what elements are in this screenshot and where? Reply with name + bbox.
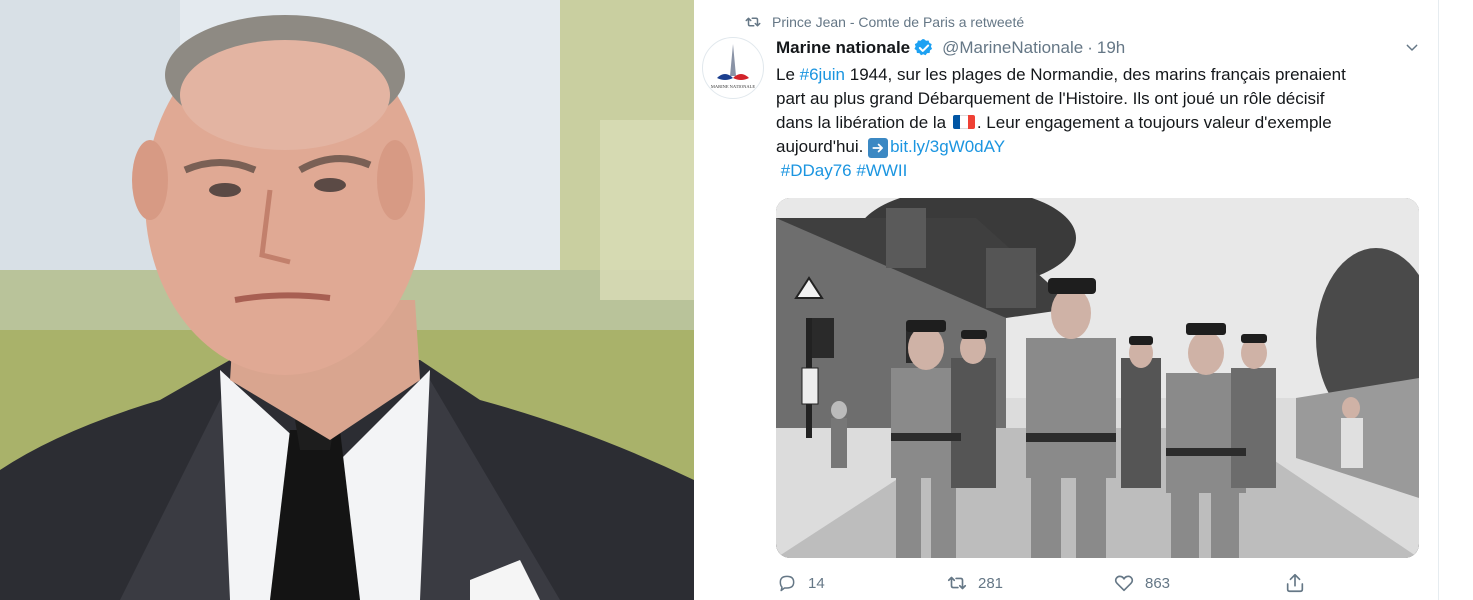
- text-segment: aujourd'hui.: [776, 137, 869, 156]
- right-arrow-icon: [868, 138, 889, 158]
- retweet-icon: [946, 572, 968, 594]
- retweet-context[interactable]: Prince Jean - Comte de Paris a retweeté: [744, 13, 1024, 31]
- user-handle[interactable]: @MarineNationale: [942, 38, 1083, 58]
- tweet-line-5: #DDay76 #WWII: [776, 159, 1406, 183]
- retweet-icon: [744, 13, 762, 31]
- france-flag-icon: [952, 115, 975, 129]
- reply-icon: [776, 572, 798, 594]
- display-name[interactable]: Marine nationale: [776, 38, 910, 58]
- tweet-card[interactable]: Prince Jean - Comte de Paris a retweeté …: [694, 0, 1473, 600]
- tweet-line-1: Le #6juin 1944, sur les plages de Norman…: [776, 63, 1406, 87]
- tweet-line-4: aujourd'hui. bit.ly/3gW0dAY: [776, 135, 1406, 159]
- hashtag-wwii[interactable]: #WWII: [856, 161, 907, 180]
- retweet-label: Prince Jean - Comte de Paris a retweeté: [772, 14, 1025, 30]
- retweet-action[interactable]: 281: [946, 572, 1003, 594]
- verified-badge-icon: [914, 38, 934, 58]
- portrait-photo: [0, 0, 694, 600]
- hashtag-dday76[interactable]: #DDay76: [781, 161, 852, 180]
- text-segment: 1944, sur les plages de Normandie, des m…: [845, 65, 1346, 84]
- tweet-line-2: part au plus grand Débarquement de l'His…: [776, 89, 1325, 108]
- tweet-actions: 14 281 863: [776, 572, 1416, 600]
- share-action[interactable]: [1284, 572, 1306, 594]
- retweet-count: 281: [978, 574, 1004, 592]
- like-action[interactable]: 863: [1113, 572, 1170, 594]
- reply-action[interactable]: 14: [776, 572, 825, 594]
- media-illustration: [776, 198, 1419, 558]
- reply-count: 14: [808, 574, 825, 592]
- portrait-illustration: [0, 0, 694, 600]
- tweet-media-photo[interactable]: [776, 198, 1419, 558]
- text-segment: Le: [776, 65, 800, 84]
- hashtag-6juin[interactable]: #6juin: [800, 65, 845, 84]
- separator-dot: ·: [1087, 38, 1093, 57]
- share-icon: [1284, 572, 1306, 594]
- avatar-text: MARINE NATIONALE: [711, 84, 756, 89]
- like-count: 863: [1145, 574, 1171, 592]
- avatar[interactable]: MARINE NATIONALE: [702, 37, 764, 99]
- heart-icon: [1113, 572, 1135, 594]
- timeline-border: [1438, 0, 1439, 600]
- short-link[interactable]: bit.ly/3gW0dAY: [890, 137, 1005, 156]
- text-segment: dans la libération de la: [776, 113, 951, 132]
- tweet-timestamp[interactable]: 19h: [1097, 38, 1125, 58]
- tweet-header: Marine nationale @MarineNationale · 19h: [776, 36, 1125, 60]
- chevron-down-icon[interactable]: [1402, 38, 1422, 58]
- text-segment: . Leur engagement a toujours valeur d'ex…: [976, 113, 1332, 132]
- tweet-line-3: dans la libération de la . Leur engageme…: [776, 111, 1406, 135]
- tweet-text: Le #6juin 1944, sur les plages de Norman…: [776, 63, 1406, 183]
